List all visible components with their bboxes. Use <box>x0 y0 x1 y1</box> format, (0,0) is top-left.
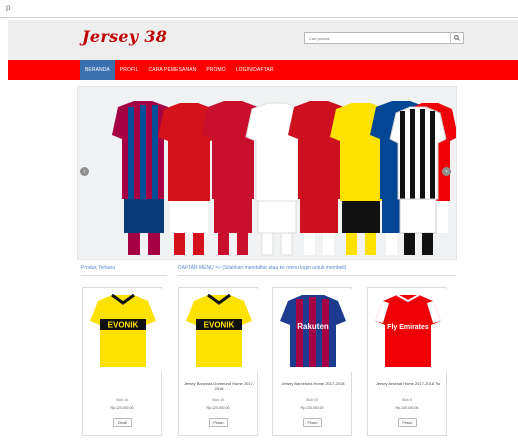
product-price: Rp.140.000,00 <box>395 406 419 410</box>
product-card: Fly Emirates Jersey Arsenal Home 2017-20… <box>367 287 447 436</box>
site-logo[interactable]: Jersey 38 <box>82 27 167 46</box>
product-name[interactable]: Jersey Arsenal Home 2017-2018 Tw <box>371 381 445 386</box>
jersey-image: EVONIK <box>90 293 156 367</box>
product-image[interactable]: EVONIK <box>180 289 258 372</box>
sponsor-text: Rakuten <box>297 322 329 331</box>
chevron-right-icon: › <box>445 168 448 175</box>
site-header: Jersey 38 <box>8 20 518 60</box>
sponsor-text: EVONIK <box>204 321 235 330</box>
nav-item-beranda[interactable]: Beranda <box>80 60 115 80</box>
product-card: Rakuten Jersey Barcelona Home 2017-2018 … <box>272 287 352 436</box>
jersey-image: EVONIK <box>186 293 252 367</box>
browser-divider <box>0 17 518 18</box>
search-input[interactable] <box>305 33 445 43</box>
sponsor-text: EVONIK <box>108 321 139 330</box>
product-stock: Stok 33 <box>306 398 318 402</box>
search-button[interactable] <box>450 33 463 43</box>
divider <box>81 275 167 276</box>
product-image[interactable]: Fly Emirates <box>369 289 447 372</box>
nav-menu: Beranda Profil Cara Pemesanan Promo Logi… <box>80 60 279 80</box>
jersey-image: Fly Emirates <box>375 294 441 367</box>
search-icon <box>454 35 460 41</box>
product-price: Rp.130.000,00 <box>300 406 324 410</box>
nav-item-profil[interactable]: Profil <box>115 60 144 80</box>
product-image[interactable]: EVONIK <box>84 289 162 372</box>
section-title-produk-terbaru: Produk Terbaru <box>81 265 116 271</box>
product-card: EVONIK Jersey Borussia Dortmund Home 201… <box>178 287 258 436</box>
address-bar-text: p <box>6 3 11 12</box>
search-box <box>304 32 464 44</box>
sponsor-text: Fly Emirates <box>387 324 429 331</box>
divider <box>178 275 456 276</box>
jersey-image: Rakuten <box>280 295 346 367</box>
slider-next-button[interactable]: › <box>442 167 451 176</box>
slider-prev-button[interactable]: ‹ <box>80 167 89 176</box>
product-name[interactable]: Jersey Barcelona Home 2017-2018 <box>276 381 350 386</box>
product-stock: Stok 6 <box>402 398 412 402</box>
product-price: Rp.120.000,00 <box>206 406 230 410</box>
hero-slider[interactable] <box>77 86 457 260</box>
nav-item-promo[interactable]: Promo <box>201 60 230 80</box>
order-button[interactable]: Pesan <box>398 418 417 427</box>
order-button[interactable]: Pesan <box>303 418 322 427</box>
jerseys-banner-image <box>78 87 456 259</box>
product-price: Rp.120.000,00 <box>110 406 134 410</box>
chevron-left-icon: ‹ <box>83 168 86 175</box>
nav-item-login-daftar[interactable]: Login/Daftar <box>231 60 279 80</box>
product-image[interactable]: Rakuten <box>274 289 352 372</box>
main-navbar: Beranda Profil Cara Pemesanan Promo Logi… <box>8 60 518 80</box>
section-title-daftar-menu: DAFTAR MENU => (Silahkan mendaftar atau … <box>178 265 347 271</box>
product-name[interactable]: Jersey Borussia Dortmund Home 2017-2018 <box>182 381 256 391</box>
nav-item-cara-pemesanan[interactable]: Cara Pemesanan <box>144 60 202 80</box>
order-button[interactable]: Pesan <box>209 418 228 427</box>
product-card: EVONIK Stok 16 Rp.120.000,00 Detail <box>82 287 162 436</box>
product-stock: Stok 40 <box>212 398 224 402</box>
product-stock: Stok 16 <box>116 398 128 402</box>
detail-button[interactable]: Detail <box>113 418 132 427</box>
